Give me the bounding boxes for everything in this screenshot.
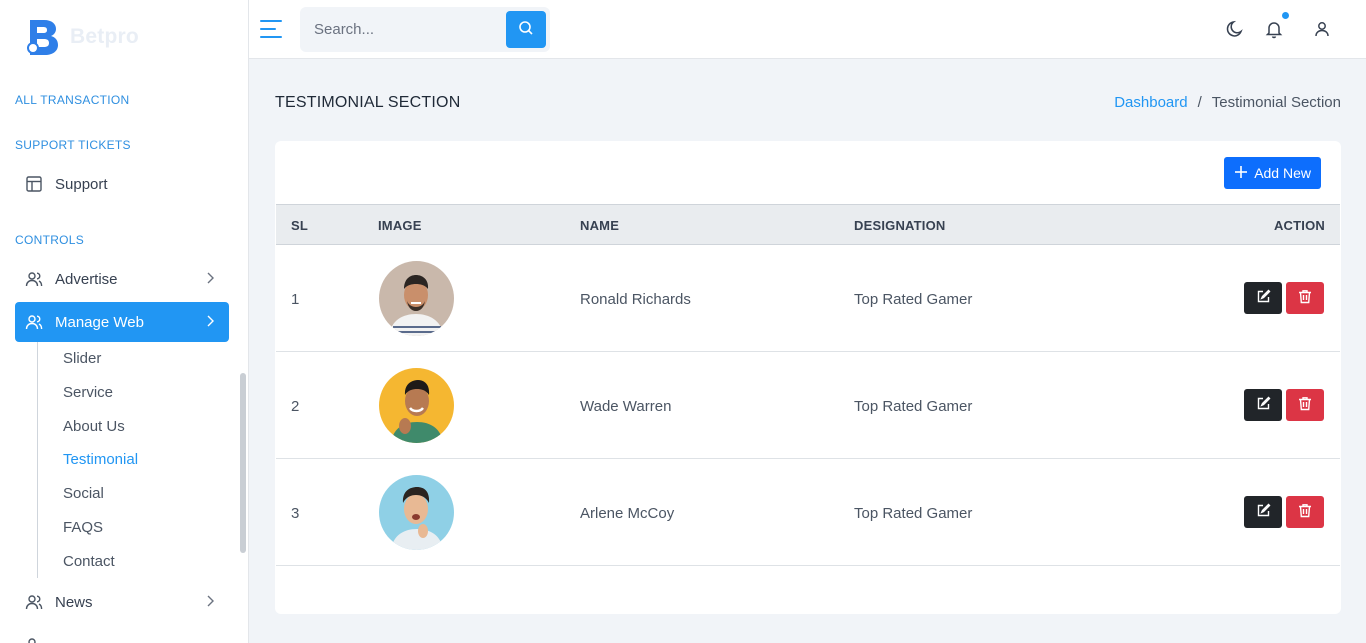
section-all-transaction: ALL TRANSACTION (15, 93, 130, 107)
search-input[interactable] (300, 7, 505, 52)
table-row: 3 Arlene McCoy Top Rated Gamer (276, 459, 1340, 566)
testimonial-avatar (379, 475, 454, 550)
search-bar (300, 7, 550, 52)
topbar (249, 0, 1366, 59)
users-icon (25, 593, 43, 611)
breadcrumb-current: Testimonial Section (1211, 94, 1341, 111)
sidebar-item-partial[interactable] (15, 625, 229, 643)
trash-icon (1298, 503, 1312, 521)
breadcrumb-separator: / (1197, 94, 1202, 111)
submenu-about-us[interactable]: About Us (63, 418, 125, 435)
row-sl: 3 (291, 505, 300, 522)
chevron-right-icon (203, 314, 217, 328)
sidebar-item-advertise[interactable]: Advertise (15, 259, 229, 299)
trash-icon (1298, 289, 1312, 307)
users-icon (25, 636, 43, 643)
breadcrumb: Dashboard / Testimonial Section (1114, 94, 1341, 111)
edit-button[interactable] (1244, 282, 1282, 314)
submenu-faqs[interactable]: FAQS (63, 519, 103, 536)
search-icon (518, 20, 534, 39)
manage-web-submenu: Slider Service About Us Testimonial Soci… (37, 342, 187, 578)
sidebar-scrollbar[interactable] (240, 373, 246, 553)
row-sl: 2 (291, 398, 300, 415)
edit-icon (1256, 289, 1271, 307)
delete-button[interactable] (1286, 389, 1324, 421)
testimonial-avatar (379, 368, 454, 443)
sidebar-item-label: Advertise (55, 270, 118, 288)
row-designation: Top Rated Gamer (854, 291, 973, 308)
add-new-button[interactable]: Add New (1224, 157, 1321, 189)
row-designation: Top Rated Gamer (854, 398, 973, 415)
sidebar: Betpro ALL TRANSACTION SUPPORT TICKETS S… (0, 0, 249, 643)
plus-icon (1234, 165, 1248, 182)
row-name: Ronald Richards (580, 291, 691, 308)
brand-name: Betpro (70, 25, 139, 48)
row-name: Wade Warren (580, 398, 672, 415)
notification-dot (1282, 12, 1289, 19)
header-name: NAME (580, 218, 620, 233)
header-action: ACTION (1273, 218, 1325, 233)
edit-icon (1256, 396, 1271, 414)
breadcrumb-dashboard-link[interactable]: Dashboard (1114, 94, 1187, 111)
sidebar-item-news[interactable]: News (15, 582, 229, 622)
row-designation: Top Rated Gamer (854, 505, 973, 522)
notification-bell-icon[interactable] (1264, 19, 1284, 39)
search-button[interactable] (506, 11, 546, 48)
users-icon (25, 270, 43, 288)
row-name: Arlene McCoy (580, 505, 675, 522)
user-profile-icon[interactable] (1312, 19, 1332, 39)
section-controls: CONTROLS (15, 233, 85, 247)
trash-icon (1298, 396, 1312, 414)
sidebar-item-label: News (55, 593, 93, 611)
section-support-tickets: SUPPORT TICKETS (15, 138, 131, 152)
submenu-contact[interactable]: Contact (63, 553, 115, 570)
betpro-logo-icon (24, 18, 60, 56)
table-row: 1 Ronald Richards Top Rated Gamer (276, 245, 1340, 352)
testimonial-card: Add New SL IMAGE NAME DESIGNATION ACTION… (275, 141, 1341, 614)
sidebar-item-manage-web[interactable]: Manage Web (15, 302, 229, 342)
submenu-slider[interactable]: Slider (63, 350, 101, 367)
add-new-label: Add New (1254, 165, 1311, 181)
submenu-testimonial[interactable]: Testimonial (63, 451, 138, 468)
chevron-right-icon (203, 271, 217, 285)
sidebar-item-label: Support (55, 175, 108, 193)
table-header: SL IMAGE NAME DESIGNATION ACTION (276, 204, 1340, 245)
page-title: TESTIMONIAL SECTION (275, 94, 461, 111)
menu-toggle-icon[interactable] (260, 19, 282, 39)
users-icon (25, 313, 43, 331)
dark-mode-moon-icon[interactable] (1225, 19, 1245, 39)
brand-logo[interactable]: Betpro (24, 17, 139, 57)
header-designation: DESIGNATION (854, 218, 946, 233)
edit-icon (1256, 503, 1271, 521)
row-sl: 1 (291, 291, 300, 308)
chevron-right-icon (203, 594, 217, 608)
delete-button[interactable] (1286, 496, 1324, 528)
submenu-service[interactable]: Service (63, 384, 113, 401)
testimonial-avatar (379, 261, 454, 336)
table-row: 2 Wade Warren Top Rated Gamer (276, 352, 1340, 459)
layout-icon (25, 175, 43, 193)
sidebar-item-support[interactable]: Support (15, 164, 229, 204)
edit-button[interactable] (1244, 496, 1282, 528)
edit-button[interactable] (1244, 389, 1282, 421)
header-image: IMAGE (378, 218, 422, 233)
submenu-social[interactable]: Social (63, 485, 104, 502)
header-sl: SL (291, 218, 309, 233)
sidebar-item-label: Manage Web (55, 313, 144, 331)
delete-button[interactable] (1286, 282, 1324, 314)
